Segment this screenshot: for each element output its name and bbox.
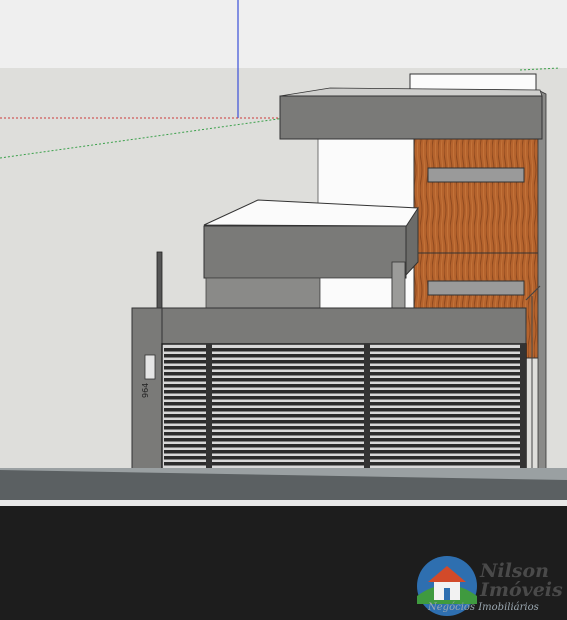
gate-frame [161, 343, 527, 481]
gate-post-middle [364, 344, 370, 480]
watermark-subtitle: Negócios Imobiliários [428, 602, 539, 613]
gate-slat [164, 450, 524, 454]
watermark-text: Nilson Imóveis Negócios Imobiliários [428, 562, 563, 613]
gate-slat [164, 390, 524, 394]
balcony-pillar [391, 261, 406, 311]
gate-slat [164, 414, 524, 418]
gate-slat [164, 360, 524, 364]
curb-line [0, 500, 567, 506]
window-upper [427, 167, 525, 183]
sky-band [0, 0, 567, 68]
gate-slat [164, 354, 524, 358]
gate-post-right [520, 344, 526, 480]
front-wall-top-beam [131, 307, 527, 345]
gate-slat [164, 408, 524, 412]
gate-slat [164, 378, 524, 382]
sliding-gate [161, 343, 527, 481]
house-number: 964 [141, 383, 150, 398]
wood-cladding-upper [413, 137, 539, 254]
gate-slat [164, 372, 524, 376]
gate-slat [164, 444, 524, 448]
garage-opening [319, 277, 393, 311]
gate-slat [164, 426, 524, 430]
sketchup-house-render: 964 [0, 0, 567, 620]
gate-slat [164, 456, 524, 460]
gate-slat [164, 438, 524, 442]
roof-slab [279, 95, 543, 140]
intercom-plate [144, 354, 156, 380]
gate-slat [164, 384, 524, 388]
gate-post-left [206, 344, 212, 480]
gate-slat [164, 420, 524, 424]
gate-slat [164, 402, 524, 406]
gate-slat [164, 366, 524, 370]
garage-back-wall [205, 277, 321, 311]
right-side-wall [537, 89, 547, 481]
gate-slat [164, 348, 524, 352]
gate-slat [164, 462, 524, 466]
lamp-post [156, 251, 163, 309]
logo-house-door [444, 588, 450, 600]
gate-slat [164, 396, 524, 400]
gate-slat [164, 432, 524, 436]
watermark-title-line2: Imóveis [480, 579, 563, 601]
window-lower [427, 280, 525, 296]
balcony-front [203, 225, 407, 279]
